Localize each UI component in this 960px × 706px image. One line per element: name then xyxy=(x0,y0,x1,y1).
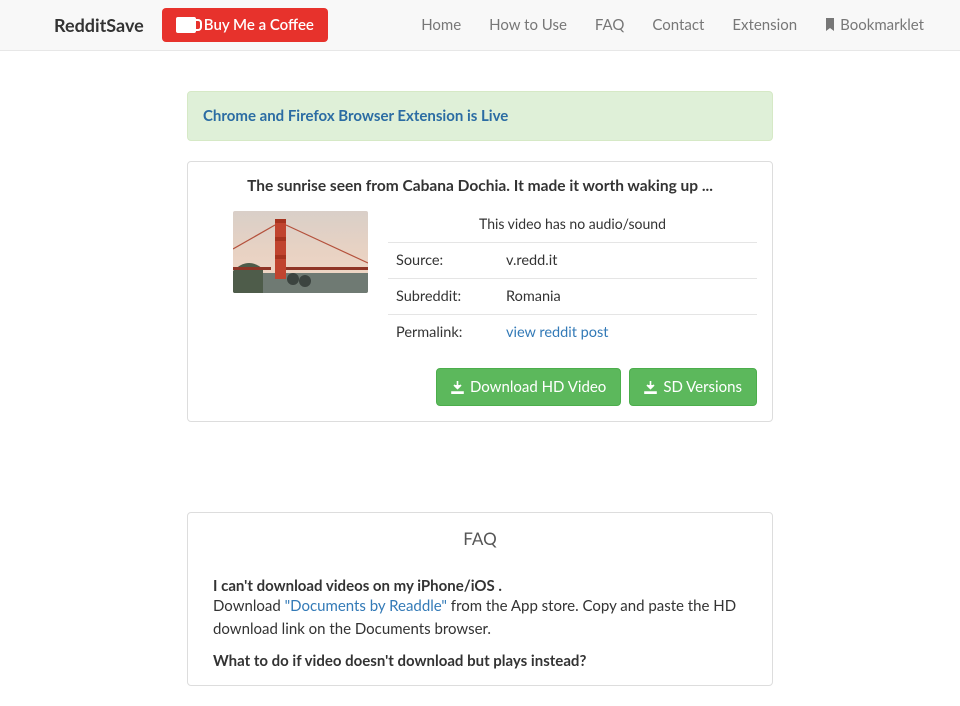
brand-link[interactable]: RedditSave xyxy=(54,14,144,36)
nav-faq[interactable]: FAQ xyxy=(595,16,625,34)
faq-heading: FAQ xyxy=(213,528,747,567)
download-hd-button[interactable]: Download HD Video xyxy=(436,368,621,406)
extension-alert: Chrome and Firefox Browser Extension is … xyxy=(187,91,773,141)
source-label: Source: xyxy=(388,243,498,279)
download-icon xyxy=(644,381,657,394)
nav-howto[interactable]: How to Use xyxy=(489,16,567,34)
nav-home[interactable]: Home xyxy=(421,16,461,34)
faq-panel: FAQ I can't download videos on my iPhone… xyxy=(187,512,773,686)
faq-question-1: I can't download videos on my iPhone/iOS… xyxy=(213,577,747,595)
extension-alert-link[interactable]: Chrome and Firefox Browser Extension is … xyxy=(203,107,508,125)
audio-note: This video has no audio/sound xyxy=(388,209,757,242)
navbar: RedditSave Buy Me a Coffee Home How to U… xyxy=(0,0,960,51)
permalink-link[interactable]: view reddit post xyxy=(506,324,608,341)
nav-bookmarklet[interactable]: Bookmarklet xyxy=(825,16,924,34)
main-container: Chrome and Firefox Browser Extension is … xyxy=(187,51,773,686)
nav-contact[interactable]: Contact xyxy=(652,16,704,34)
nav-links: Home How to Use FAQ Contact Extension Bo… xyxy=(421,16,924,34)
source-value: v.redd.it xyxy=(498,243,757,279)
post-thumbnail xyxy=(233,211,368,293)
faq-question-2: What to do if video doesn't download but… xyxy=(213,652,747,670)
nav-extension[interactable]: Extension xyxy=(732,16,797,34)
download-buttons: Download HD Video SD Versions xyxy=(203,368,757,406)
bookmark-icon xyxy=(825,18,835,31)
permalink-label: Permalink: xyxy=(388,315,498,351)
bmac-label: Buy Me a Coffee xyxy=(204,16,314,34)
subreddit-label: Subreddit: xyxy=(388,279,498,315)
post-panel: The sunrise seen from Cabana Dochia. It … xyxy=(187,161,773,422)
subreddit-value: Romania xyxy=(498,279,757,315)
documents-by-readdle-link[interactable]: "Documents by Readdle" xyxy=(285,597,447,615)
buy-me-coffee-button[interactable]: Buy Me a Coffee xyxy=(162,8,328,42)
table-row: Source:v.redd.it xyxy=(388,243,757,279)
download-sd-button[interactable]: SD Versions xyxy=(629,368,757,406)
table-row: Permalink: view reddit post xyxy=(388,315,757,351)
table-row: Subreddit:Romania xyxy=(388,279,757,315)
faq-answer-1: Download "Documents by Readdle" from the… xyxy=(213,595,747,640)
post-title: The sunrise seen from Cabana Dochia. It … xyxy=(203,177,757,195)
download-icon xyxy=(451,381,464,394)
post-info: This video has no audio/sound Source:v.r… xyxy=(388,209,757,350)
coffee-icon xyxy=(176,17,196,33)
